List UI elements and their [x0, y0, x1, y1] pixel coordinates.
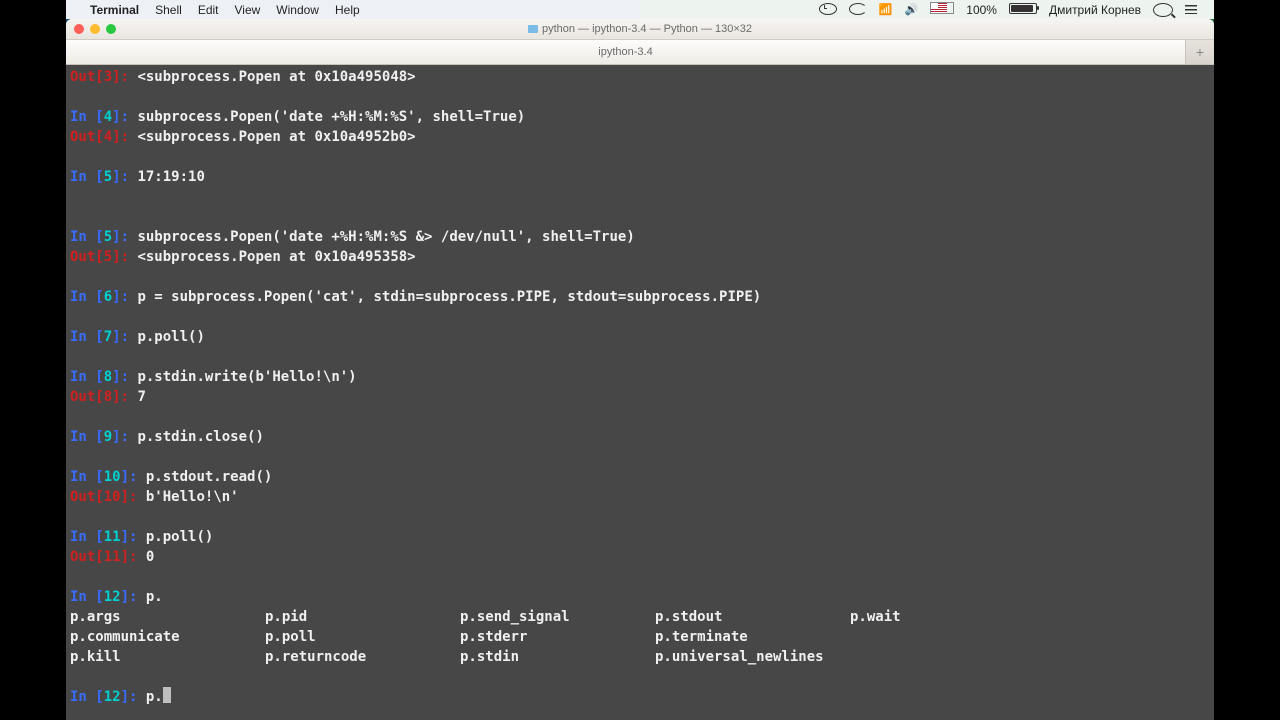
- menubar-item-shell[interactable]: Shell: [147, 3, 190, 17]
- folder-icon: [528, 25, 538, 33]
- terminal-tab-active[interactable]: ipython-3.4: [66, 40, 1186, 64]
- macos-menubar[interactable]: Terminal Shell Edit View Window Help 📶 🔊…: [66, 0, 1214, 19]
- menubar-app-name[interactable]: Terminal: [82, 3, 147, 17]
- terminal-tabbar: ipython-3.4 +: [66, 40, 1214, 65]
- window-close-button[interactable]: [74, 24, 84, 34]
- menubar-item-window[interactable]: Window: [268, 3, 327, 17]
- wifi-icon[interactable]: 📶: [876, 3, 896, 16]
- input-source-flag-icon[interactable]: [927, 2, 957, 17]
- notification-center-icon[interactable]: [1182, 3, 1206, 17]
- window-traffic-lights: [66, 24, 116, 34]
- window-minimize-button[interactable]: [90, 24, 100, 34]
- refresh-icon[interactable]: [846, 3, 870, 17]
- desktop: Terminal Shell Edit View Window Help 📶 🔊…: [66, 0, 1214, 720]
- new-tab-button[interactable]: +: [1186, 40, 1214, 64]
- battery-icon[interactable]: [1006, 3, 1040, 17]
- terminal-cursor: [163, 687, 171, 703]
- terminal-window: python — ipython-3.4 — Python — 130×32 i…: [66, 19, 1214, 720]
- menubar-username[interactable]: Дмитрий Корнев: [1046, 3, 1144, 17]
- battery-percent: 100%: [963, 3, 1000, 17]
- volume-icon[interactable]: 🔊: [902, 3, 922, 16]
- terminal-content[interactable]: Out[3]: <subprocess.Popen at 0x10a495048…: [66, 65, 1214, 720]
- time-machine-icon[interactable]: [816, 3, 840, 17]
- spotlight-icon[interactable]: [1150, 3, 1176, 17]
- window-titlebar[interactable]: python — ipython-3.4 — Python — 130×32: [66, 19, 1214, 40]
- window-zoom-button[interactable]: [106, 24, 116, 34]
- menubar-item-edit[interactable]: Edit: [190, 3, 227, 17]
- terminal-tab-label: ipython-3.4: [598, 46, 652, 58]
- letterbox: Terminal Shell Edit View Window Help 📶 🔊…: [0, 0, 1280, 720]
- menubar-item-help[interactable]: Help: [327, 3, 368, 17]
- menubar-item-view[interactable]: View: [227, 3, 269, 17]
- window-title: python — ipython-3.4 — Python — 130×32: [66, 23, 1214, 35]
